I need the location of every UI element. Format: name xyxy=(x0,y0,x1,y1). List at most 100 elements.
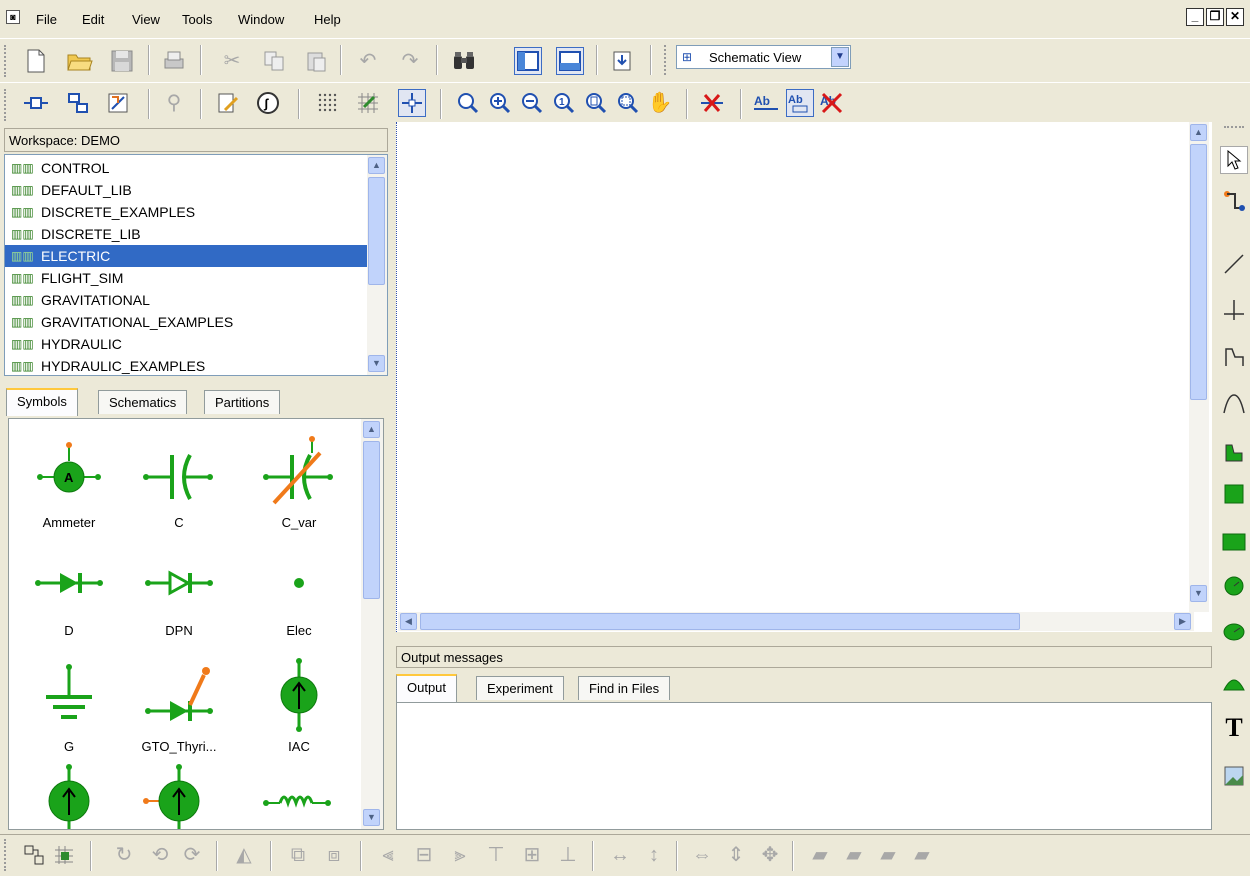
bring-to-front-icon[interactable]: ⧉ xyxy=(284,841,312,869)
toolbar-grip[interactable] xyxy=(4,45,8,77)
space-horizontal-icon[interactable]: ↔ xyxy=(606,841,634,869)
show-labels-icon[interactable]: Ab xyxy=(752,89,780,117)
import-icon[interactable] xyxy=(608,47,636,75)
move-backward-icon[interactable]: ▰ xyxy=(840,841,868,869)
same-size-icon[interactable]: ✥ xyxy=(756,841,784,869)
toolbar-grip[interactable] xyxy=(1224,126,1244,130)
new-file-icon[interactable] xyxy=(22,47,50,75)
space-vertical-icon[interactable]: ↕ xyxy=(640,841,668,869)
send-to-back-icon[interactable]: ⧈ xyxy=(320,841,348,869)
show-port-labels-icon[interactable]: Ab xyxy=(786,89,814,117)
undo-icon[interactable]: ↶ xyxy=(354,47,382,75)
rotate-free-icon[interactable]: ↻ xyxy=(110,841,138,869)
move-to-front-icon[interactable]: ▰ xyxy=(908,841,936,869)
align-left-icon[interactable]: ⫷ xyxy=(374,841,402,869)
layout-bottom-pane-icon[interactable] xyxy=(556,47,584,75)
paste-icon[interactable] xyxy=(302,47,330,75)
rounded-rectangle-tool-icon[interactable] xyxy=(1220,528,1248,556)
sector-tool-icon[interactable] xyxy=(1220,668,1248,696)
ellipse-tool-icon[interactable] xyxy=(1220,572,1248,600)
hide-labels-icon[interactable]: Ab xyxy=(818,89,846,117)
same-width-icon[interactable]: ⇔ xyxy=(688,841,716,869)
align-bottom-icon[interactable]: ⊥ xyxy=(554,841,582,869)
scroll-left-icon[interactable]: ◀ xyxy=(400,613,417,630)
cut-icon[interactable]: ✂ xyxy=(218,47,246,75)
restore-button[interactable]: ❐ xyxy=(1206,8,1224,26)
symbol-gto-thyristor[interactable]: GTO_Thyri... xyxy=(119,655,239,754)
edit-properties-icon[interactable] xyxy=(214,89,242,117)
library-item[interactable]: ▥▥ HYDRAULIC_EXAMPLES xyxy=(5,355,367,375)
symbol-d[interactable]: D xyxy=(9,549,129,638)
rotate-left-icon[interactable]: ⟲ xyxy=(146,841,174,869)
scroll-right-icon[interactable]: ▶ xyxy=(1174,613,1191,630)
redo-icon[interactable]: ↷ xyxy=(396,47,424,75)
curve-tool-icon[interactable] xyxy=(1220,390,1248,418)
layout-left-pane-icon[interactable] xyxy=(514,47,542,75)
symbol-c[interactable]: C xyxy=(119,431,239,530)
chevron-down-icon[interactable]: ▼ xyxy=(831,47,849,67)
tab-partitions[interactable]: Partitions xyxy=(204,390,281,414)
open-folder-icon[interactable] xyxy=(66,47,94,75)
zoom-out-icon[interactable] xyxy=(518,89,546,117)
library-list[interactable]: ▥▥ CONTROL ▥▥ DEFAULT_LIB ▥▥ DISCRETE_EXAMP… xyxy=(4,154,388,376)
tab-symbols[interactable]: Symbols xyxy=(6,388,78,416)
scroll-thumb[interactable] xyxy=(368,177,385,285)
toolbar-grip[interactable] xyxy=(4,89,8,121)
polyline-tool-icon[interactable] xyxy=(1220,344,1248,372)
rotate-right-icon[interactable]: ⟳ xyxy=(178,841,206,869)
canvas-vscrollbar[interactable]: ▲ ▼ xyxy=(1189,122,1209,612)
align-middle-icon[interactable]: ⊞ xyxy=(518,841,546,869)
symbol-controlled-current-source[interactable] xyxy=(119,763,239,829)
zoom-fit-icon[interactable] xyxy=(454,89,482,117)
tab-output[interactable]: Output xyxy=(396,674,458,702)
snap-to-grid-icon[interactable] xyxy=(354,89,382,117)
symbol-dpn[interactable]: DPN xyxy=(119,549,239,638)
scroll-up-icon[interactable]: ▲ xyxy=(1190,124,1207,141)
print-icon[interactable] xyxy=(160,47,188,75)
copy-icon[interactable] xyxy=(260,47,288,75)
zoom-in-icon[interactable] xyxy=(486,89,514,117)
image-tool-icon[interactable] xyxy=(1220,762,1248,790)
view-select[interactable]: ⊞ Schematic View ▼ xyxy=(676,45,851,69)
polygon-tool-icon[interactable] xyxy=(1220,438,1248,466)
menu-window[interactable]: Window xyxy=(238,12,284,27)
scroll-up-icon[interactable]: ▲ xyxy=(363,421,380,438)
function-icon[interactable]: ʃ xyxy=(254,89,282,117)
tab-experiment[interactable]: Experiment xyxy=(476,676,564,700)
schematic-canvas[interactable]: ▲ ▼ xyxy=(396,122,1212,632)
symbol-elec[interactable]: Elec xyxy=(239,549,359,638)
scroll-down-icon[interactable]: ▼ xyxy=(363,809,380,826)
scroll-thumb[interactable] xyxy=(420,613,1020,630)
library-item[interactable]: ▥▥ GRAVITATIONAL xyxy=(5,289,367,311)
group-icon[interactable] xyxy=(20,841,48,869)
menu-file[interactable]: File xyxy=(36,12,57,27)
menu-view[interactable]: View xyxy=(132,12,160,27)
symbol-editor-icon[interactable] xyxy=(104,89,132,117)
rectangle-tool-icon[interactable] xyxy=(1220,480,1248,508)
menu-help[interactable]: Help xyxy=(314,12,341,27)
align-right-icon[interactable]: ⫸ xyxy=(446,841,474,869)
library-scrollbar[interactable]: ▲ ▼ xyxy=(367,155,387,375)
toolbar-grip[interactable] xyxy=(4,839,8,871)
library-item[interactable]: ▥▥ CONTROL xyxy=(5,157,367,179)
library-item[interactable]: ▥▥ DEFAULT_LIB xyxy=(5,179,367,201)
grid-icon[interactable] xyxy=(314,89,342,117)
menu-tools[interactable]: Tools xyxy=(182,12,212,27)
library-item[interactable]: ▥▥ DISCRETE_LIB xyxy=(5,223,367,245)
symbols-scrollbar[interactable]: ▲ ▼ xyxy=(361,419,383,829)
symbol-c-var[interactable]: C_var xyxy=(239,431,359,530)
find-binoculars-icon[interactable] xyxy=(450,47,478,75)
symbol-iac[interactable]: IAC xyxy=(239,655,359,754)
select-pointer-icon[interactable] xyxy=(1220,146,1248,174)
delete-connection-icon[interactable] xyxy=(698,89,726,117)
orthogonal-line-tool-icon[interactable] xyxy=(1220,296,1248,324)
port-icon[interactable] xyxy=(22,89,50,117)
menu-edit[interactable]: Edit xyxy=(82,12,104,27)
scroll-up-icon[interactable]: ▲ xyxy=(368,157,385,174)
tab-find-in-files[interactable]: Find in Files xyxy=(578,676,671,700)
line-tool-icon[interactable] xyxy=(1220,250,1248,278)
library-item[interactable]: ▥▥ FLIGHT_SIM xyxy=(5,267,367,289)
symbol-current-source[interactable] xyxy=(9,763,129,829)
symbol-ammeter[interactable]: A Ammeter xyxy=(9,431,129,530)
library-item[interactable]: ▥▥ HYDRAULIC xyxy=(5,333,367,355)
